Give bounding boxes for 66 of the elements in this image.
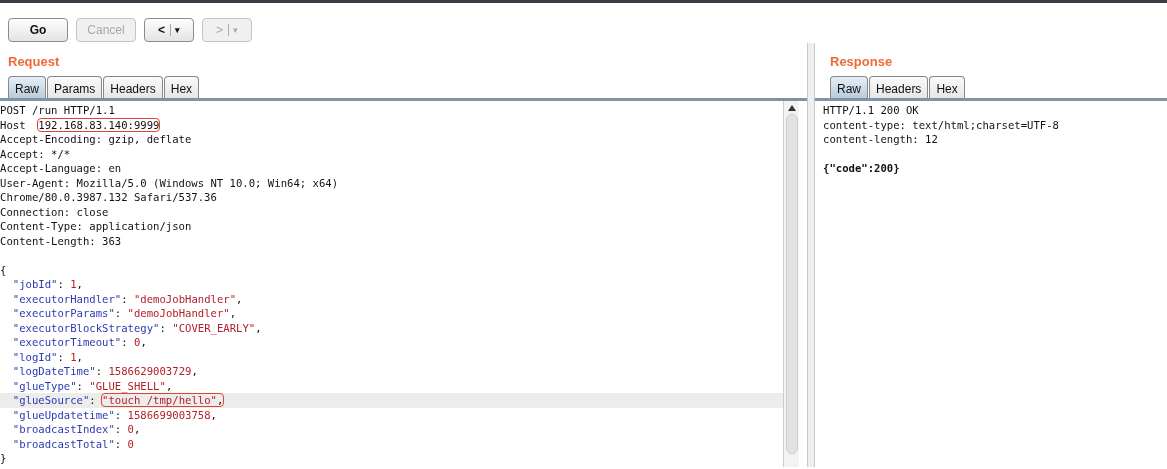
code-line: Content-Type: application/json [0, 219, 193, 234]
json-value: "demoJobHandler", [127, 307, 237, 319]
colon: : [114, 307, 122, 319]
tab[interactable]: Hex [929, 76, 965, 98]
colon: : [57, 278, 64, 290]
json-value: 1586629003729, [108, 365, 198, 377]
json-value: 1586699003758, [127, 408, 217, 421]
colon: : [114, 423, 122, 435]
pane-title: Response [829, 53, 894, 71]
code-line: { [0, 262, 8, 277]
header-value: 192.168.83.140:9999 [38, 118, 160, 131]
code-line: User-Agent: Mozilla/5.0 (Windows NT 10.0; Win64; x64) [0, 175, 340, 190]
code-line: Accept-Language: en [0, 161, 123, 176]
json-value: 0, [134, 336, 147, 348]
json-value: 0, [127, 423, 141, 435]
json-key: "glueUpdatetime" [12, 408, 115, 421]
toolbar-button[interactable]: < ▾ [144, 18, 194, 42]
code-line: Accept: */* [0, 146, 72, 161]
code-line: Connection: close [0, 204, 110, 219]
colon: : [57, 350, 64, 363]
json-key: "glueSource" [12, 394, 90, 406]
colon: : [121, 292, 128, 305]
code-line: Content-Length: 363 [0, 233, 123, 248]
tab[interactable]: Raw [8, 76, 46, 98]
json-key: "logId" [12, 350, 58, 363]
code-line: Chrome/80.0.3987.132 Safari/537.36 [0, 190, 218, 205]
json-key: "executorBlockStrategy" [12, 321, 160, 334]
pane-title: Request [7, 53, 61, 71]
colon: : [95, 365, 103, 377]
code-line: } [0, 451, 8, 466]
colon: : [114, 408, 122, 421]
tab[interactable]: Raw [830, 76, 868, 98]
json-key: "executorParams" [12, 307, 115, 319]
scrollbar[interactable] [783, 101, 799, 467]
json-key: "executorTimeout" [12, 336, 122, 348]
json-value: 1, [70, 350, 83, 363]
json-value: 1, [70, 278, 83, 290]
json-key: "logDateTime" [12, 365, 96, 377]
tab[interactable]: Params [47, 76, 103, 98]
json-key: "broadcastTotal" [12, 437, 115, 450]
colon: : [89, 394, 96, 406]
colon: : [121, 336, 128, 348]
code-line: HTTP/1.1 200 OK [823, 103, 920, 118]
colon: : [76, 379, 83, 392]
json-key: "executorHandler" [12, 292, 122, 305]
code-line: Host [0, 118, 26, 131]
json-value: "GLUE_SHELL", [89, 379, 173, 392]
code-line: content-length: 12 [823, 132, 939, 147]
json-value: "touch /tmp/hello", [102, 394, 224, 406]
code-line: content-type: text/html;charset=UTF-8 [823, 117, 1060, 132]
code-line: Accept-Encoding: gzip, deflate [0, 132, 193, 147]
json-value: "demoJobHandler", [134, 292, 243, 305]
json-value: "COVER_EARLY", [172, 321, 262, 334]
json-key: "glueType" [12, 379, 77, 392]
colon: : [114, 437, 122, 450]
tab[interactable]: Hex [163, 76, 200, 98]
json-key: "broadcastIndex" [12, 423, 115, 435]
tab[interactable]: Headers [869, 76, 929, 98]
splitter[interactable] [807, 43, 815, 467]
code-line: POST /run HTTP/1.1 [0, 103, 116, 118]
tab[interactable]: Headers [103, 76, 163, 98]
json-value: 0 [127, 437, 134, 450]
toolbar-button[interactable]: Go [8, 18, 68, 42]
json-key: "jobId" [12, 278, 58, 290]
code-line: {"code":200} [823, 161, 901, 176]
colon: : [159, 321, 166, 334]
